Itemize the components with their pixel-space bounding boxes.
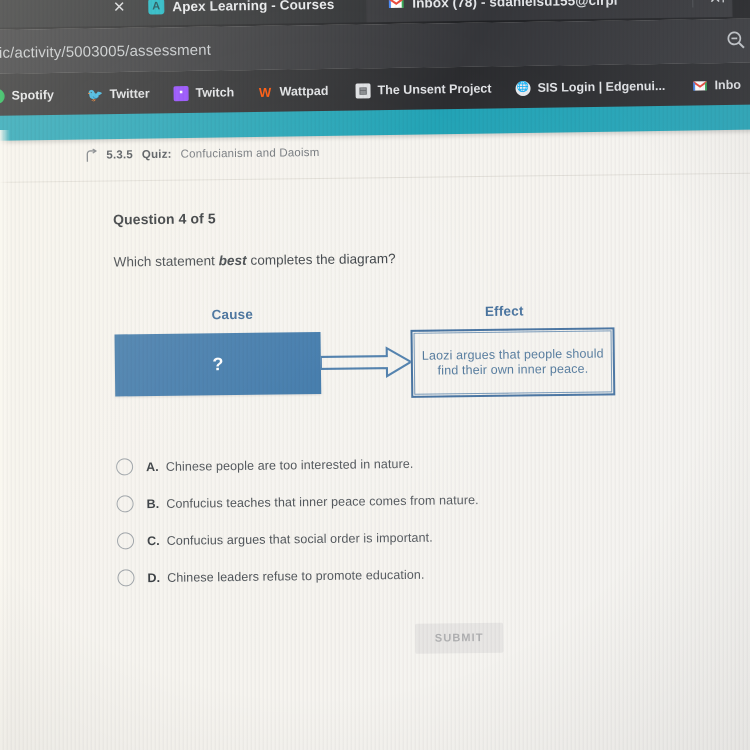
- back-up-arrow-icon[interactable]: [84, 148, 98, 163]
- option-b-text: Confucius teaches that inner peace comes…: [166, 492, 479, 511]
- option-a-letter: A.: [146, 459, 159, 474]
- prompt-emphasis: best: [218, 252, 247, 269]
- browser-tab-1-title: Apex Learning - Courses: [172, 0, 335, 14]
- radio-icon[interactable]: [117, 569, 135, 587]
- gmail-icon: [692, 78, 707, 93]
- breadcrumb[interactable]: 5.3.5 Quiz: Confucianism and Daoism: [84, 146, 320, 163]
- quiz-page: 5.3.5 Quiz: Confucianism and Daoism Ques…: [0, 120, 750, 750]
- bookmark-label: Twitch: [195, 85, 235, 100]
- screen-photo: earning ✕ A Apex Learning - Courses ✕ In…: [0, 0, 750, 750]
- globe-icon: 🌐: [515, 80, 531, 96]
- browser-tab-2-title: Inbox (78) - sdanielsu155@cirpi: [412, 0, 618, 11]
- url-text: blic/activity/5003005/assessment: [0, 41, 212, 62]
- option-d-text: Chinese leaders refuse to promote educat…: [167, 567, 425, 585]
- bookmark-label: The Unsent Project: [377, 81, 492, 98]
- effect-box: Laozi argues that people should find the…: [410, 327, 616, 398]
- option-c-text: Confucius argues that social order is im…: [166, 530, 433, 548]
- breadcrumb-number: 5.3.5: [106, 149, 133, 162]
- cause-effect-diagram: Cause Effect ? Laozi argues that people …: [114, 302, 635, 418]
- bookmark-twitter[interactable]: 🐦 Twitter: [86, 82, 150, 107]
- zoom-out-icon[interactable]: [725, 29, 747, 51]
- gmail-icon: [388, 0, 404, 11]
- breadcrumb-title: Confucianism and Daoism: [180, 146, 320, 161]
- spotify-icon: ♫: [0, 88, 5, 104]
- option-a-text: Chinese people are too interested in nat…: [165, 456, 414, 474]
- note-icon: ▤: [355, 82, 371, 99]
- bookmark-sis-login[interactable]: 🌐 SIS Login | Edgenui...: [515, 74, 665, 100]
- cause-value: ?: [212, 353, 224, 374]
- bookmark-label: Twitter: [109, 86, 150, 102]
- radio-icon[interactable]: [116, 495, 134, 513]
- header-divider: [0, 172, 750, 183]
- bookmark-label: Spotify: [11, 88, 55, 103]
- effect-text: Laozi argues that people should find the…: [421, 346, 604, 378]
- cause-label: Cause: [211, 306, 254, 323]
- cause-box: ?: [114, 331, 322, 397]
- bookmark-unsent-project[interactable]: ▤ The Unsent Project: [355, 77, 492, 103]
- new-tab-button[interactable]: +: [712, 0, 734, 10]
- bookmark-label: Wattpad: [279, 83, 329, 99]
- option-b-letter: B.: [146, 496, 160, 511]
- twitch-icon: ▪: [173, 85, 189, 101]
- tab-divider: [692, 0, 694, 8]
- prompt-part-2: completes the diagram?: [246, 251, 396, 268]
- browser-tab-0[interactable]: earning ✕: [0, 0, 137, 29]
- wattpad-icon: W: [258, 84, 272, 100]
- answer-options: A. Chinese people are too interested in …: [116, 442, 678, 597]
- option-c-letter: C.: [146, 533, 160, 548]
- radio-icon[interactable]: [116, 458, 134, 476]
- apex-learning-icon: A: [148, 0, 165, 15]
- right-block-arrow-icon: [319, 345, 413, 380]
- question-counter: Question 4 of 5: [113, 210, 216, 228]
- twitter-icon: 🐦: [86, 86, 104, 103]
- bookmark-label: SIS Login | Edgenui...: [537, 78, 666, 95]
- question-prompt: Which statement best completes the diagr…: [114, 251, 396, 269]
- bookmark-label: Inbo: [714, 77, 742, 93]
- effect-label: Effect: [484, 303, 524, 319]
- bookmark-twitch[interactable]: ▪ Twitch: [173, 80, 234, 105]
- submit-button[interactable]: SUBMIT: [415, 622, 504, 654]
- option-d-letter: D.: [147, 570, 161, 585]
- breadcrumb-kind: Quiz:: [141, 148, 172, 162]
- bookmark-spotify[interactable]: ♫ Spotify: [0, 83, 54, 108]
- radio-icon[interactable]: [116, 532, 135, 550]
- bookmark-inbox[interactable]: Inbo: [692, 73, 741, 98]
- option-d[interactable]: D. Chinese leaders refuse to promote edu…: [117, 553, 677, 597]
- browser-chrome: earning ✕ A Apex Learning - Courses ✕ In…: [0, 0, 750, 116]
- bookmark-wattpad[interactable]: W Wattpad: [257, 79, 329, 104]
- prompt-part-1: Which statement: [113, 253, 219, 270]
